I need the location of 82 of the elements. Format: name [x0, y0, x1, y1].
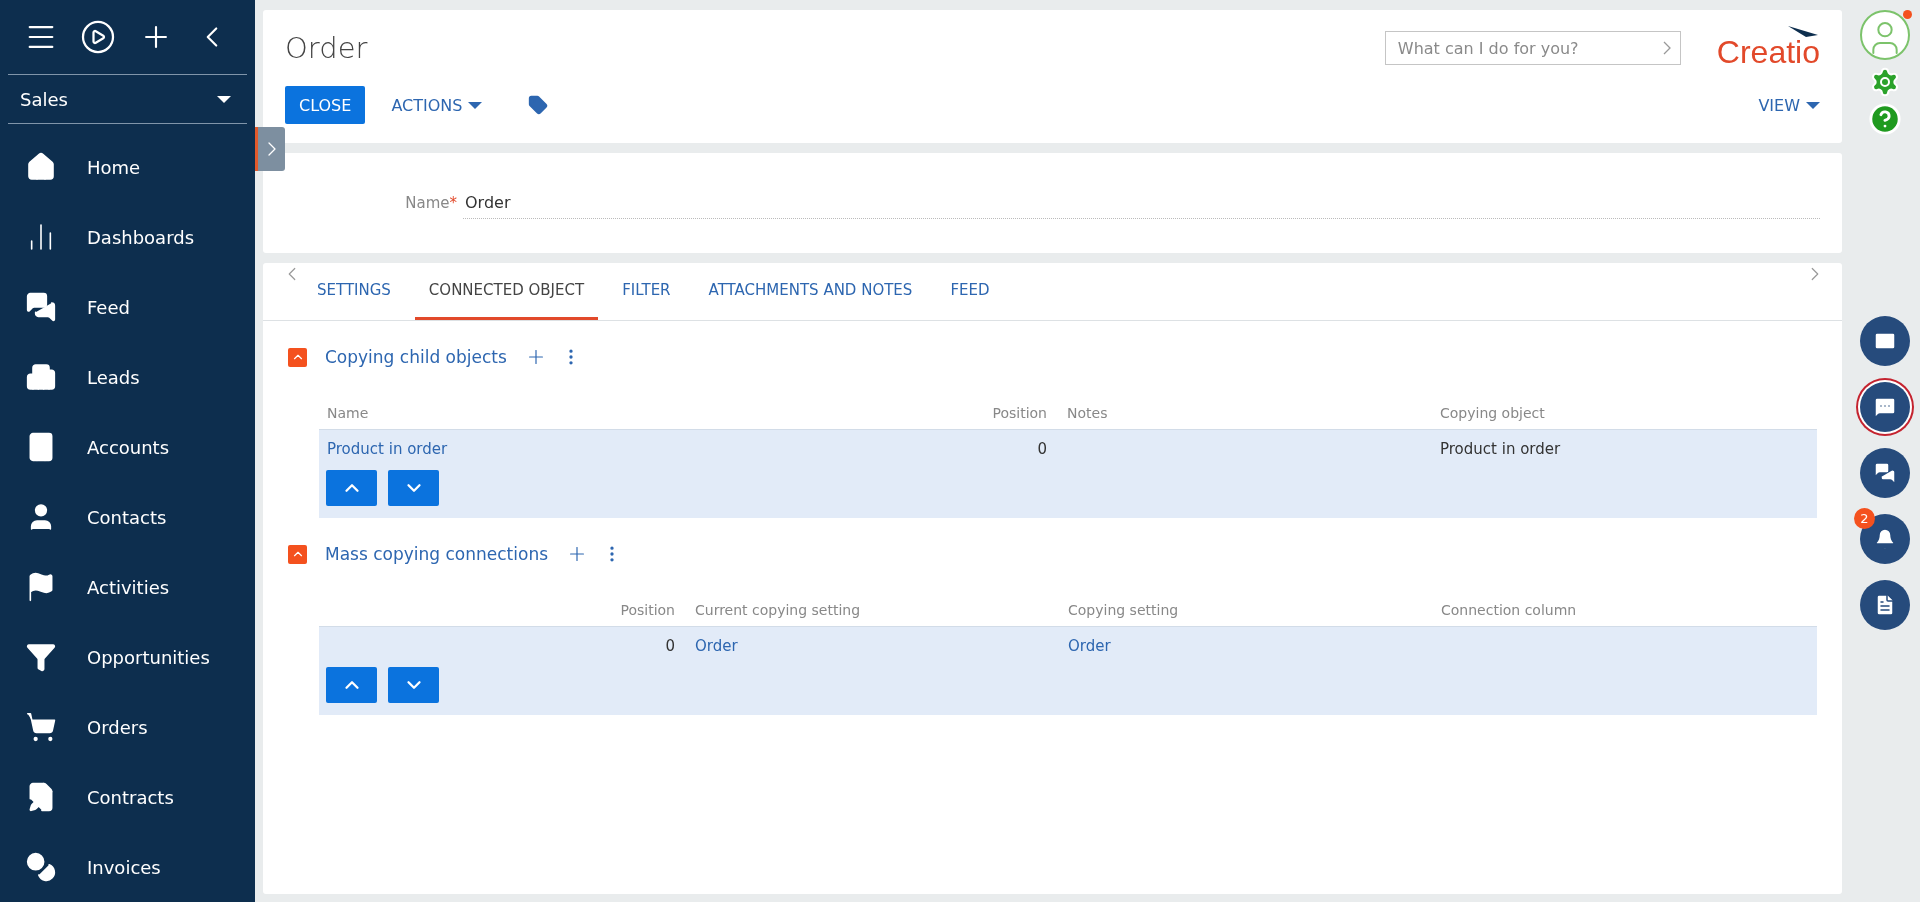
column-header: Position: [619, 601, 676, 620]
expand-handle[interactable]: [255, 127, 285, 171]
column-header: Position: [991, 404, 1048, 423]
actions-button[interactable]: ACTIONS: [391, 95, 483, 115]
notification-dot: [1903, 10, 1912, 19]
column-header: Copying object: [1439, 404, 1546, 423]
nav-label: Opportunities: [87, 646, 210, 668]
collapse-toggle[interactable]: [288, 544, 307, 564]
move-up-button[interactable]: [326, 667, 377, 703]
chat-bubble-icon: [1873, 395, 1897, 419]
view-button[interactable]: VIEW: [1758, 95, 1820, 115]
caret-icon: [217, 95, 231, 103]
cell-link[interactable]: Product in order: [319, 430, 959, 464]
tab[interactable]: ATTACHMENTS AND NOTES: [694, 263, 927, 320]
nav-item[interactable]: Contracts: [0, 762, 255, 832]
column-header: Copying setting: [1067, 601, 1180, 620]
help-icon[interactable]: [1868, 102, 1902, 136]
nav-label: Contacts: [87, 506, 167, 528]
chat-bubbles-icon: [25, 291, 57, 323]
move-up-button[interactable]: [326, 470, 377, 506]
page-title: Order: [285, 31, 369, 65]
tab[interactable]: FILTER: [608, 263, 685, 320]
avatar-button[interactable]: [1860, 10, 1910, 60]
table-cell-text: 0: [664, 636, 676, 657]
table-row[interactable]: Product in order 0 Product in order: [319, 429, 1817, 518]
notification-badge: 2: [1854, 508, 1875, 529]
table-row[interactable]: 0 Order Order: [319, 626, 1817, 715]
nav-item[interactable]: Invoices: [0, 832, 255, 902]
nav-item[interactable]: Opportunities: [0, 622, 255, 692]
column-header: Notes: [1066, 404, 1109, 423]
house-icon: [25, 151, 57, 183]
communication-button[interactable]: [1860, 382, 1910, 432]
communication-button[interactable]: [1860, 448, 1910, 498]
table-cell-text: 0: [1036, 439, 1048, 460]
tab[interactable]: FEED: [936, 263, 1004, 320]
cell-link[interactable]: Order: [1060, 627, 1433, 661]
nav-item[interactable]: Accounts: [0, 412, 255, 482]
tag-icon[interactable]: [528, 95, 549, 115]
chat-bubbles-icon: [1873, 461, 1897, 485]
column-header: Current copying setting: [694, 601, 862, 620]
nav-item[interactable]: Orders: [0, 692, 255, 762]
nav-label: Invoices: [87, 856, 161, 878]
column-header: Name: [326, 404, 370, 423]
communication-button[interactable]: [1860, 580, 1910, 630]
communication-button[interactable]: [1860, 514, 1910, 564]
nav-label: Contracts: [87, 786, 174, 808]
collapse-toggle[interactable]: [288, 347, 307, 367]
move-down-button[interactable]: [388, 667, 439, 703]
funnel-icon: [25, 641, 57, 673]
nav-item[interactable]: Leads: [0, 342, 255, 412]
column-header: Connection column: [1440, 601, 1578, 620]
nav-label: Accounts: [87, 436, 170, 458]
cart-icon: [25, 711, 57, 743]
cell-link[interactable]: Order: [687, 627, 1060, 661]
close-button[interactable]: CLOSE: [285, 86, 366, 124]
nav-item[interactable]: Contacts: [0, 482, 255, 552]
nav-item[interactable]: Feed: [0, 272, 255, 342]
nav-label: Leads: [87, 366, 140, 388]
workplace-dropdown[interactable]: Sales: [8, 75, 247, 124]
section-title: Mass copying connections: [325, 544, 549, 564]
section-title: Copying child objects: [325, 347, 507, 367]
search-field[interactable]: What can I do for you?: [1384, 31, 1681, 65]
tab[interactable]: CONNECTED OBJECT: [414, 263, 599, 320]
bell-icon: [1873, 527, 1897, 551]
nav-label: Activities: [87, 576, 170, 598]
nav-label: Home: [87, 156, 141, 178]
move-down-button[interactable]: [388, 470, 439, 506]
nav-item[interactable]: Dashboards: [0, 202, 255, 272]
table-cell-text: Product in order: [1439, 439, 1562, 460]
nav-item[interactable]: Activities: [0, 552, 255, 622]
tab[interactable]: SETTINGS: [303, 263, 405, 320]
chevron-right-icon: [1662, 41, 1671, 55]
play-circle-icon[interactable]: [80, 19, 117, 56]
communication-button[interactable]: [1860, 316, 1910, 366]
name-field[interactable]: Order: [463, 187, 1820, 219]
logo: Creatio: [1716, 24, 1820, 72]
field-label: Name*: [404, 194, 458, 212]
nav-label: Orders: [87, 716, 148, 738]
nav-label: Dashboards: [87, 226, 195, 248]
nav-label: Feed: [87, 296, 130, 318]
nav-item[interactable]: Home: [0, 132, 255, 202]
settings-icon[interactable]: [1869, 66, 1901, 98]
